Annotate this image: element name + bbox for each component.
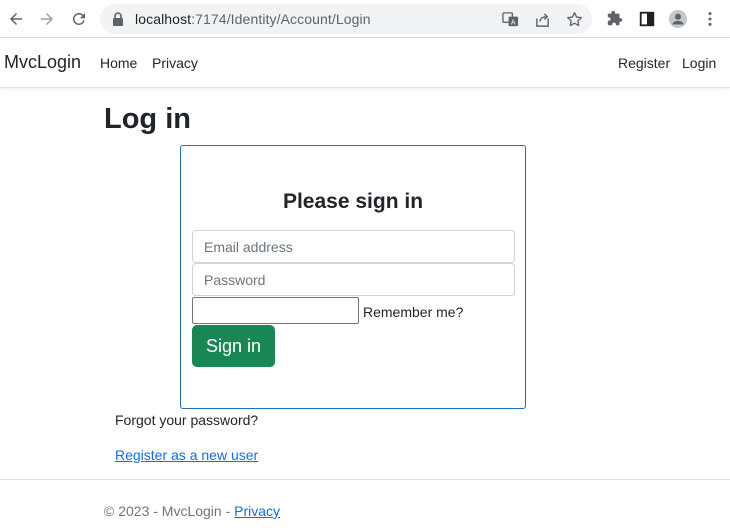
more-vert-icon[interactable] [700,9,720,29]
app-navbar: MvcLogin Home Privacy Register Login [0,38,730,88]
url-host: localhost [135,11,192,27]
star-icon[interactable] [565,10,583,28]
url-path: :7174/Identity/Account/Login [191,11,371,27]
password-input[interactable] [192,263,515,296]
footer-privacy-link[interactable]: Privacy [234,503,280,519]
page-title: Log in [104,103,191,135]
nav-login-link[interactable]: Login [682,55,716,71]
card-heading: Please sign in [282,190,424,213]
translate-icon[interactable]: A [501,10,519,28]
brand-link[interactable]: MvcLogin [4,52,81,73]
extensions-icon[interactable] [605,9,625,29]
browser-toolbar: localhost:7174/Identity/Account/Login A [0,0,730,38]
nav-privacy-link[interactable]: Privacy [152,55,198,71]
forward-arrow-icon[interactable] [35,7,59,31]
nav-home-link[interactable]: Home [100,55,137,71]
reload-icon[interactable] [67,7,91,31]
address-bar[interactable]: localhost:7174/Identity/Account/Login A [100,4,592,34]
svg-text:A: A [510,18,515,26]
login-card: Please sign in Remember me? Sign in [180,145,526,409]
lock-icon[interactable] [111,11,125,27]
back-arrow-icon[interactable] [4,7,28,31]
sign-in-button[interactable]: Sign in [192,325,275,367]
footer: © 2023 - MvcLogin - Privacy [0,479,730,531]
remember-me-label: Remember me? [363,304,464,320]
footer-copyright: © 2023 - MvcLogin - Privacy [104,503,280,519]
email-input[interactable] [192,230,515,263]
url-text: localhost:7174/Identity/Account/Login [135,11,371,27]
side-panel-icon[interactable] [637,9,657,29]
register-new-user-link[interactable]: Register as a new user [115,447,258,463]
forgot-password-text[interactable]: Forgot your password? [115,412,258,428]
share-icon[interactable] [533,10,551,28]
nav-register-link[interactable]: Register [618,55,670,71]
footer-copyright-text: © 2023 - MvcLogin - [104,503,235,519]
profile-icon[interactable] [668,9,688,29]
remember-me-checkbox[interactable] [192,297,359,324]
